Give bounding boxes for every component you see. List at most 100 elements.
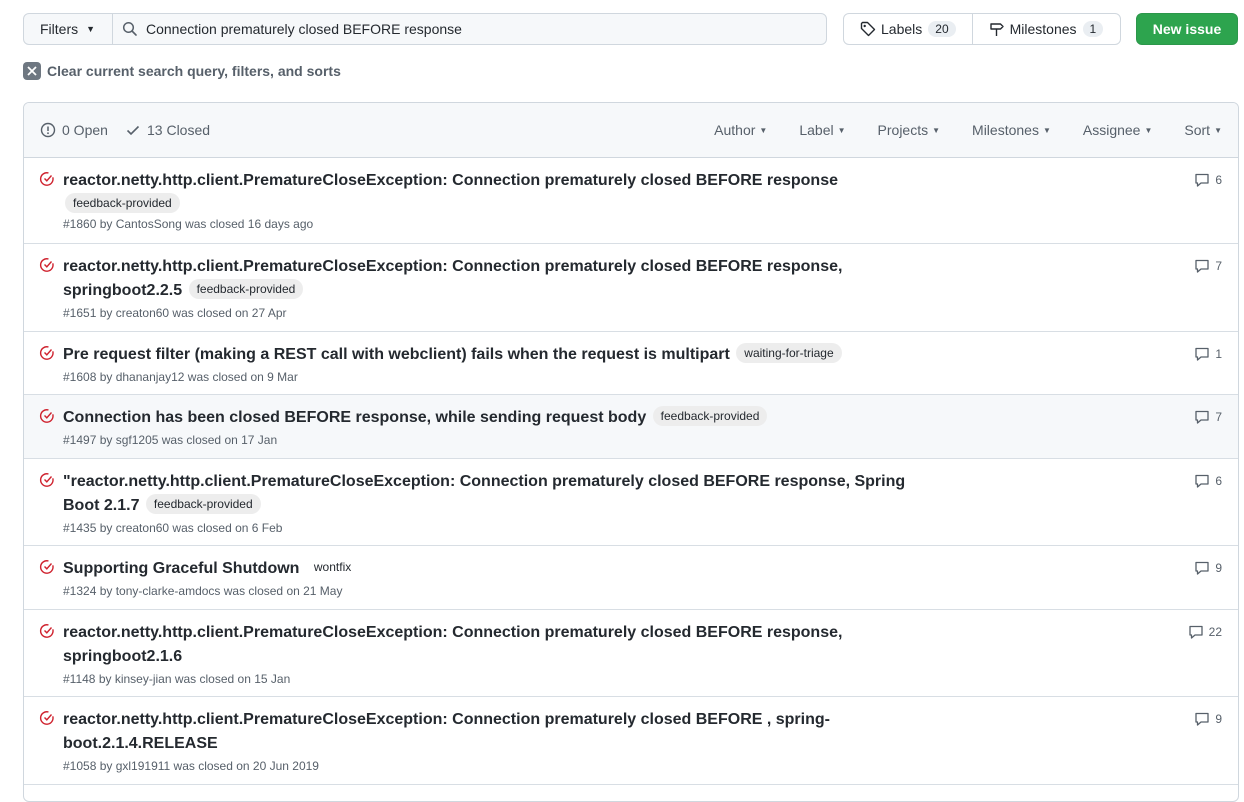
search-input[interactable] xyxy=(146,21,806,37)
issue-title-link[interactable]: Connection has been closed BEFORE respon… xyxy=(63,409,646,426)
check-icon xyxy=(126,125,140,136)
label-menu[interactable]: Label ▼ xyxy=(799,122,845,138)
issues-list: 0 Open 13 Closed Author ▼ Label ▼ Projects… xyxy=(23,102,1239,802)
milestones-menu-label: Milestones xyxy=(972,122,1039,138)
comment-icon xyxy=(1188,625,1203,639)
issue-title-link[interactable]: Supporting Graceful Shutdown xyxy=(63,560,299,577)
chevron-down-icon: ▼ xyxy=(86,24,96,34)
issue-meta: #1435 by creaton60 was closed on 6 Feb xyxy=(63,521,283,535)
comment-icon xyxy=(1195,259,1209,273)
issue-comments-link[interactable]: 1 xyxy=(1194,346,1222,362)
comment-icon xyxy=(1195,561,1209,575)
issue-content: reactor.netty.http.client.PrematureClose… xyxy=(63,244,913,320)
issue-title-link[interactable]: Pre request filter (making a REST call w… xyxy=(63,346,730,363)
issue-label[interactable]: wontfix xyxy=(306,557,359,577)
issue-title-link[interactable]: reactor.netty.http.client.PrematureClose… xyxy=(63,711,830,752)
issue-comments-link[interactable]: 22 xyxy=(1188,624,1222,640)
labels-milestones-group: Labels 20 Milestones 1 xyxy=(843,13,1121,45)
comment-count: 7 xyxy=(1215,410,1222,424)
issue-label[interactable]: feedback-provided xyxy=(652,406,768,426)
issue-title-link[interactable]: reactor.netty.http.client.PrematureClose… xyxy=(63,258,842,299)
issue-meta: #1608 by dhananjay12 was closed on 9 Mar xyxy=(63,370,298,384)
issue-closed-icon xyxy=(39,559,55,580)
issue-comments-link[interactable]: 6 xyxy=(1194,473,1222,489)
comment-count: 7 xyxy=(1215,259,1222,273)
issue-row: reactor.netty.http.client.PrematureClose… xyxy=(24,610,1238,697)
comment-count: 6 xyxy=(1215,173,1222,187)
chevron-down-icon: ▼ xyxy=(759,125,768,135)
issue-content: reactor.netty.http.client.PrematureClose… xyxy=(63,697,913,773)
chevron-down-icon: ▼ xyxy=(1042,125,1051,135)
issue-meta: #1860 by CantosSong was closed 16 days a… xyxy=(63,217,314,231)
issue-comments-link[interactable]: 9 xyxy=(1194,560,1222,576)
issue-title-link[interactable]: reactor.netty.http.client.PrematureClose… xyxy=(63,172,838,189)
milestones-label: Milestones xyxy=(1009,21,1077,37)
comment-icon xyxy=(1195,474,1209,488)
issue-comments-link[interactable]: 7 xyxy=(1194,258,1222,274)
issue-comments-link[interactable]: 6 xyxy=(1194,172,1222,188)
closed-count-label: 13 Closed xyxy=(147,122,211,138)
comment-icon xyxy=(1195,712,1209,726)
issue-row: reactor.netty.http.client.PrematureClose… xyxy=(24,697,1238,785)
assignee-menu[interactable]: Assignee ▼ xyxy=(1083,122,1153,138)
issue-content: Connection has been closed BEFORE respon… xyxy=(63,395,913,447)
issue-label[interactable]: feedback-provided xyxy=(188,279,304,299)
label-menu-label: Label xyxy=(799,122,834,138)
milestone-icon xyxy=(989,23,1004,36)
tag-icon xyxy=(860,21,876,37)
issue-label[interactable]: feedback-provided xyxy=(145,494,261,514)
issue-closed-icon xyxy=(39,623,55,644)
issue-meta: #1651 by creaton60 was closed on 27 Apr xyxy=(63,306,287,320)
labels-button[interactable]: Labels 20 xyxy=(844,14,972,44)
issue-comments-link[interactable]: 9 xyxy=(1194,711,1222,727)
issue-content: reactor.netty.http.client.PrematureClose… xyxy=(63,610,913,686)
search-box xyxy=(112,13,827,45)
sort-menu[interactable]: Sort ▼ xyxy=(1184,122,1222,138)
issue-label[interactable]: feedback-provided xyxy=(65,193,180,213)
issue-closed-icon xyxy=(39,472,55,493)
issue-row: Pre request filter (making a REST call w… xyxy=(24,332,1238,395)
author-menu[interactable]: Author ▼ xyxy=(714,122,767,138)
issue-row: reactor.netty.http.client.PrematureClose… xyxy=(24,158,1238,244)
comment-icon xyxy=(1195,410,1209,424)
milestones-button[interactable]: Milestones 1 xyxy=(971,14,1120,44)
comment-icon xyxy=(1195,173,1209,187)
issue-title-link[interactable]: reactor.netty.http.client.PrematureClose… xyxy=(63,624,842,665)
issue-meta: #1497 by sgf1205 was closed on 17 Jan xyxy=(63,433,278,447)
clear-filters-link[interactable]: Clear current search query, filters, and… xyxy=(23,62,341,80)
top-toolbar: Filters ▼ Labels 20 Milestones 1 New iss… xyxy=(23,13,1238,45)
labels-count: 20 xyxy=(928,21,956,37)
issue-meta: #1058 by gxl191911 was closed on 20 Jun … xyxy=(63,759,319,773)
comment-count: 9 xyxy=(1215,561,1222,575)
issue-content: Supporting Graceful Shutdown wontfix #13… xyxy=(63,546,913,598)
new-issue-button[interactable]: New issue xyxy=(1136,13,1238,45)
chevron-down-icon: ▼ xyxy=(1214,125,1222,135)
clear-filters-label: Clear current search query, filters, and… xyxy=(47,63,341,79)
issue-row: Connection has been closed BEFORE respon… xyxy=(24,395,1238,459)
author-menu-label: Author xyxy=(714,122,756,138)
issue-closed-icon xyxy=(39,257,55,278)
closed-issues-tab[interactable]: 13 Closed xyxy=(125,122,210,138)
open-count-label: 0 Open xyxy=(62,122,108,138)
projects-menu[interactable]: Projects ▼ xyxy=(878,122,941,138)
milestones-menu[interactable]: Milestones ▼ xyxy=(972,122,1051,138)
comment-icon xyxy=(1195,347,1209,361)
issue-meta: #1324 by tony-clarke-amdocs was closed o… xyxy=(63,584,343,598)
issues-list-header: 0 Open 13 Closed Author ▼ Label ▼ Projects… xyxy=(24,103,1238,158)
filters-button[interactable]: Filters ▼ xyxy=(23,13,113,45)
close-icon xyxy=(23,62,41,80)
milestones-count: 1 xyxy=(1082,21,1104,37)
sort-menu-label: Sort xyxy=(1184,122,1211,138)
issue-comments-link[interactable]: 7 xyxy=(1194,409,1222,425)
comment-count: 6 xyxy=(1215,474,1222,488)
issue-closed-icon xyxy=(39,710,55,731)
chevron-down-icon: ▼ xyxy=(1144,125,1153,135)
comment-count: 1 xyxy=(1215,347,1222,361)
issue-closed-icon xyxy=(39,408,55,429)
open-issues-tab[interactable]: 0 Open xyxy=(40,122,108,138)
chevron-down-icon: ▼ xyxy=(837,125,846,135)
filters-label: Filters xyxy=(40,21,79,37)
chevron-down-icon: ▼ xyxy=(932,125,941,135)
issue-label[interactable]: waiting-for-triage xyxy=(736,343,842,363)
issue-row: Supporting Graceful Shutdown wontfix #13… xyxy=(24,546,1238,610)
